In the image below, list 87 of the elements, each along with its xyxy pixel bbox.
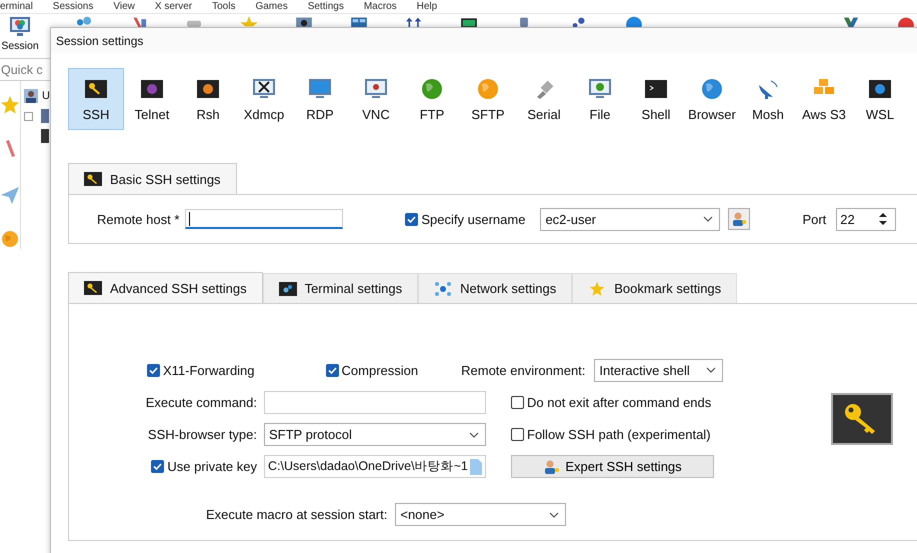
check-icon xyxy=(406,214,418,224)
session-type-button[interactable]: Xdmcp xyxy=(236,68,292,130)
remote-environment-dropdown[interactable]: Interactive shell xyxy=(594,358,724,382)
x11-forwarding-checkbox[interactable]: X11-Forwarding xyxy=(147,362,255,378)
menu-item[interactable]: Macros xyxy=(364,0,397,12)
session-type-button[interactable]: RDP xyxy=(292,68,348,130)
check-icon xyxy=(148,364,159,376)
chevron-down-icon xyxy=(703,216,714,222)
menu-item[interactable]: Games xyxy=(255,0,288,12)
remote-environment-label: Remote environment: xyxy=(461,362,586,378)
globe-icon xyxy=(699,76,725,100)
windows-icon[interactable] xyxy=(348,16,370,27)
user-key-icon xyxy=(731,211,748,227)
session-type-button[interactable]: Mosh xyxy=(740,68,796,130)
monitor-icon xyxy=(587,76,613,100)
session-type-button[interactable]: Telnet xyxy=(124,68,180,130)
specify-username-checkbox[interactable]: Specify username xyxy=(405,212,526,226)
menu-item[interactable]: erminal xyxy=(0,0,33,12)
session-button[interactable]: Session xyxy=(0,14,40,52)
use-private-key-checkbox[interactable]: Use private key xyxy=(151,459,257,474)
star-icon[interactable] xyxy=(238,16,260,27)
star-icon xyxy=(588,280,606,296)
globe-icon xyxy=(419,76,445,100)
remote-host-field[interactable] xyxy=(185,209,344,229)
user-key-icon xyxy=(543,458,562,474)
key-icon xyxy=(84,281,102,295)
username-dropdown[interactable]: ec2-user xyxy=(540,208,720,230)
settings-tab[interactable]: Terminal settings xyxy=(262,273,418,303)
ssh-browser-type-label: SSH-browser type: xyxy=(146,427,257,442)
settings-tab[interactable]: Bookmark settings xyxy=(572,273,738,303)
port-label: Port xyxy=(802,212,826,226)
session-type-button[interactable]: File xyxy=(572,68,628,130)
monitor-icon xyxy=(251,76,277,100)
chevron-down-icon xyxy=(706,367,716,373)
execute-command-label: Execute command: xyxy=(144,395,257,410)
expert-ssh-settings-button[interactable]: Expert SSH settings xyxy=(511,455,714,478)
execute-command-field[interactable] xyxy=(264,391,486,414)
check-icon xyxy=(326,364,338,376)
chevron-down-icon xyxy=(469,432,479,438)
menu-item[interactable]: Settings xyxy=(308,0,344,12)
execute-macro-label: Execute macro at session start: xyxy=(206,507,388,522)
remote-host-label: Remote host * xyxy=(97,212,180,226)
private-key-field[interactable]: C:\Users\dadao\OneDrive\바탕화~1 xyxy=(264,455,486,478)
ssh-browser-type-dropdown[interactable]: SFTP protocol xyxy=(264,423,486,446)
compression-checkbox[interactable]: Compression xyxy=(326,362,418,378)
key-icon xyxy=(84,172,102,186)
tree-item[interactable]: U xyxy=(42,90,50,102)
session-type-button[interactable]: Serial xyxy=(516,68,572,130)
menu-item[interactable]: Sessions xyxy=(52,0,94,12)
settings-tab[interactable]: Advanced SSH settings xyxy=(68,272,263,303)
user-icon xyxy=(24,89,38,103)
session-type-button[interactable]: Rsh xyxy=(180,68,236,130)
menu-item[interactable]: View xyxy=(113,0,135,12)
session-type-button[interactable]: Shell xyxy=(628,68,684,130)
globe-icon xyxy=(475,76,501,100)
session-type-button[interactable]: FTP xyxy=(404,68,460,130)
chevron-down-icon xyxy=(549,512,560,518)
star-icon[interactable] xyxy=(0,95,20,115)
expand-icon[interactable] xyxy=(24,112,34,120)
monitor-icon xyxy=(307,76,333,100)
network-icon xyxy=(434,280,452,296)
follow-ssh-path-checkbox[interactable]: Follow SSH path (experimental) xyxy=(511,427,715,442)
session-type-button[interactable]: Browser xyxy=(684,68,740,130)
do-not-exit-checkbox[interactable]: Do not exit after command ends xyxy=(511,395,715,410)
check-icon xyxy=(152,461,164,472)
menu-item[interactable]: Help xyxy=(416,0,438,12)
monitor-icon xyxy=(8,16,32,38)
session-type-button[interactable]: SSH xyxy=(68,68,124,130)
key-icon xyxy=(831,392,893,444)
settings-tab[interactable]: Network settings xyxy=(418,273,572,303)
monitor-icon[interactable] xyxy=(293,16,315,27)
session-type-button[interactable]: Aws S3 xyxy=(796,68,852,130)
quick-connect-field[interactable]: Quick c xyxy=(0,58,50,81)
monitor-icon xyxy=(363,76,389,100)
spinner-arrows-icon[interactable] xyxy=(879,212,888,226)
gears-icon xyxy=(278,282,297,296)
session-type-button[interactable]: VNC xyxy=(348,68,404,130)
basic-settings-tab[interactable]: Basic SSH settings xyxy=(68,163,237,194)
session-type-button[interactable]: WSL xyxy=(852,68,908,130)
globe-icon[interactable] xyxy=(0,229,20,249)
menu-item[interactable]: Tools xyxy=(212,0,236,12)
menu-item[interactable]: X server xyxy=(154,0,192,12)
port-spinner[interactable]: 22 xyxy=(836,208,896,230)
user-key-button[interactable] xyxy=(728,208,750,230)
window-title: Session settings xyxy=(56,34,144,48)
session-type-button[interactable]: SFTP xyxy=(460,68,516,130)
macro-dropdown[interactable]: <none> xyxy=(395,503,566,526)
